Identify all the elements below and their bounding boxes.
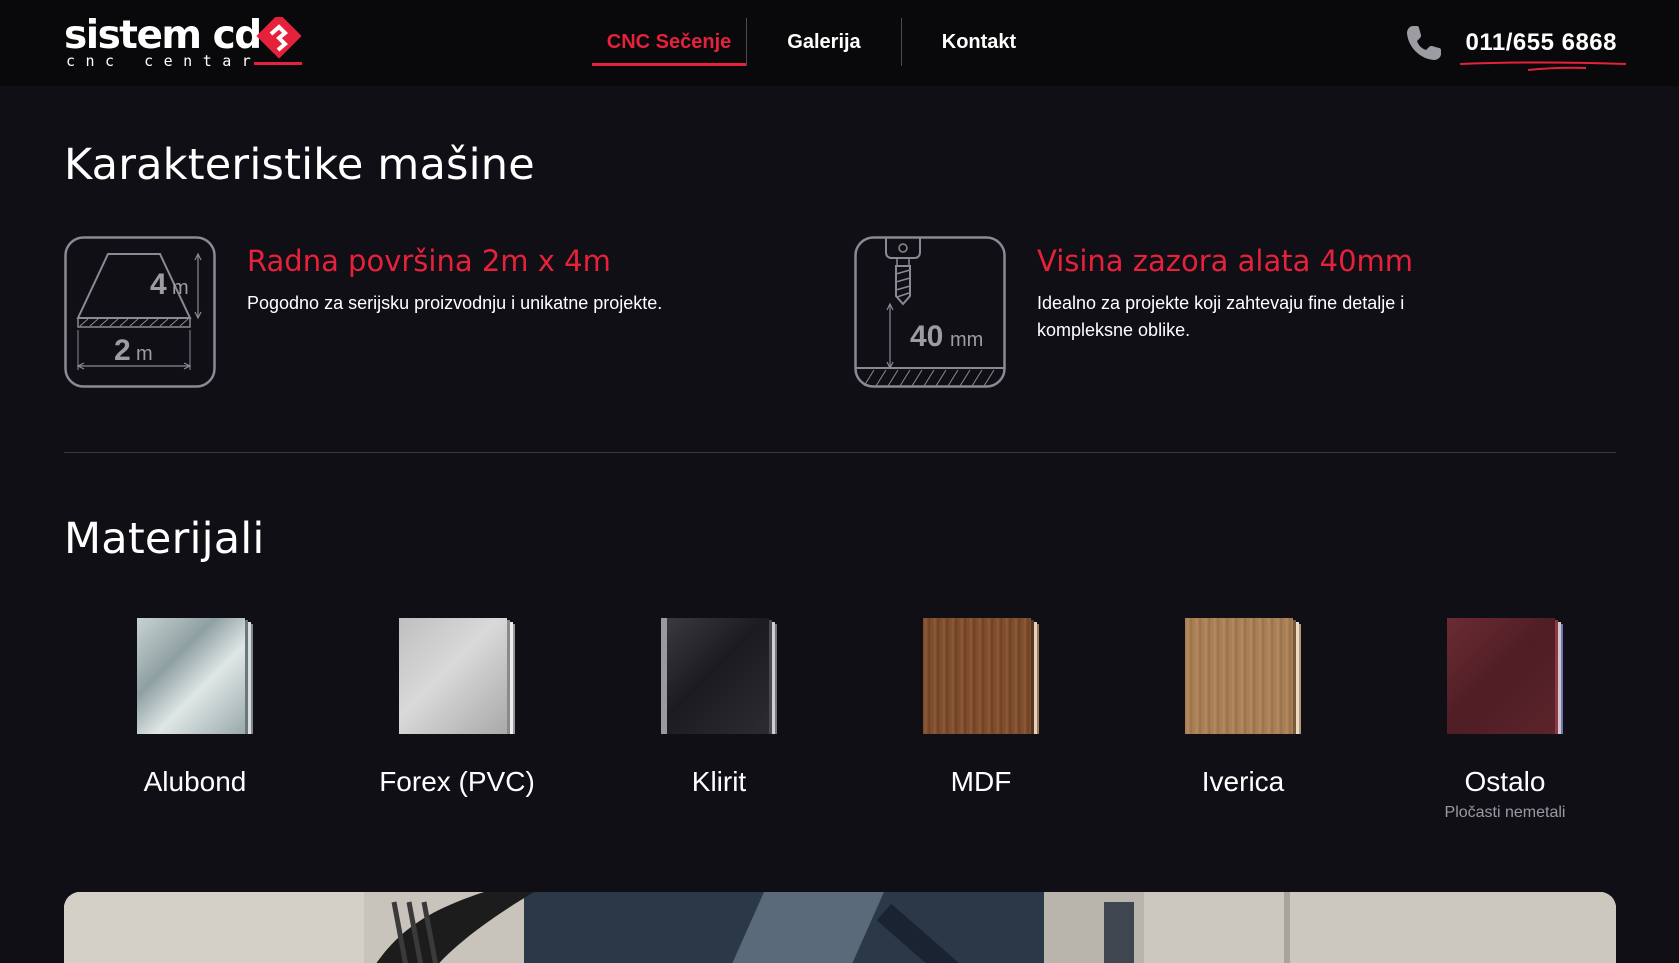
nav-item-galerija[interactable]: Galerija [747,18,901,66]
material-swatch [1447,618,1563,738]
work-surface-icon: 4 m 2 m [64,236,216,388]
phone-underline [1459,61,1626,71]
phone-icon [1406,26,1441,60]
logo[interactable]: sistem cd cnc centar [64,14,304,70]
material-label: MDF [950,766,1012,797]
phone-contact[interactable]: 011/655 6868 [1404,18,1626,71]
feature-title: Radna površina 2m x 4m [247,244,611,278]
material-swatch [1185,618,1301,738]
material-label: Ostalo [1464,766,1546,797]
workshop-photo [64,892,1616,963]
material-label: Klirit [691,766,747,797]
phone-number-text: 011/655 6868 [1465,29,1617,56]
material-label: Forex (PVC) [379,766,535,797]
material-iverica[interactable]: Iverica [1112,618,1374,798]
material-label: Iverica [1201,766,1285,797]
feature-description: Idealno za projekte koji zahtevaju fine … [1037,293,1405,340]
feature-title: Visina zazora alata 40mm [1037,244,1414,278]
workshop-photo-image [64,892,1616,963]
work-surface-width-unit: m [136,343,153,365]
materials-list: Alubond Forex (PVC) Klirit MDF Iverica O… [64,618,1616,838]
material-forex[interactable]: Forex (PVC) [326,618,588,798]
logo-mark-icon [254,17,302,65]
tool-clearance-unit: mm [950,329,983,351]
material-swatch [137,618,253,738]
section-divider [64,452,1616,453]
nav-item-kontakt[interactable]: Kontakt [902,18,1056,66]
material-ostalo[interactable]: Ostalo Pločasti nemetali [1374,618,1636,822]
tool-clearance-icon: 40 mm [854,236,1006,388]
material-label: Alubond [143,766,247,797]
work-surface-width-value: 2 [114,334,131,367]
nav-item-cnc-secenje[interactable]: CNC Sečenje [592,18,746,66]
material-swatch [661,618,777,738]
materials-title: Materijali [64,514,265,564]
main-nav: CNC Sečenje Galerija Kontakt [592,18,1056,66]
site-header: sistem cd cnc centar CNC Sečenje Galerij… [0,0,1679,86]
characteristics-title: Karakteristike mašine [64,140,535,190]
material-swatch [399,618,515,738]
feature-description: Pogodno za serijsku proizvodnju i unikat… [247,293,663,313]
material-sublabel: Pločasti nemetali [1444,804,1566,821]
logo-subtext: cnc centar [66,52,262,70]
tool-clearance-value: 40 [910,320,943,353]
work-surface-length-unit: m [172,277,189,299]
material-alubond[interactable]: Alubond [64,618,326,798]
material-swatch [923,618,1039,738]
phone-number[interactable]: 011/655 6868 [1459,29,1626,71]
work-surface-length-value: 4 [150,268,167,301]
material-klirit[interactable]: Klirit [588,618,850,798]
material-mdf[interactable]: MDF [850,618,1112,798]
